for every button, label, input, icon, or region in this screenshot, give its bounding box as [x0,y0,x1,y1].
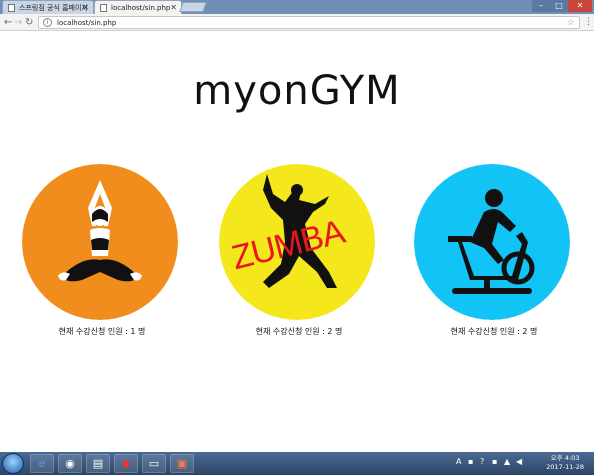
address-bar[interactable]: i localhost/sin.php ☆ [38,16,580,29]
enrollment-count: 현재 수강신청 인원 : 2 명 [255,327,343,336]
page-icon [100,4,107,12]
file-explorer-icon[interactable]: ▤ [86,454,110,473]
class-card-yoga[interactable]: 현재 수강신청 인원 : 1 명 [22,164,182,337]
taskbar: e ◉ ▤ ◆ ▭ ▣ A ▪ ? ▪ ▲ ◀ 오후 4:03 2017-11-… [0,452,594,475]
site-title: myonGYM [193,68,401,114]
tab-title: localhost/sin.php [111,4,171,12]
clock-time: 오후 4:03 [550,454,580,462]
start-button[interactable] [2,453,24,474]
terminal-icon[interactable]: ▭ [142,454,166,473]
acrobat-icon[interactable]: ◆ [114,454,138,473]
clock[interactable]: 오후 4:03 2017-11-28 [546,454,584,472]
chrome-icon[interactable]: ◉ [58,454,82,473]
spinning-bike-icon [414,164,570,320]
tab-sin-php[interactable]: localhost/sin.php ✕ [94,0,182,14]
close-icon[interactable]: ✕ [82,1,89,14]
tab-springgym[interactable]: 스프링짐 공식 홈페이지 ✕ [2,0,94,14]
internet-explorer-icon[interactable]: e [30,454,54,473]
back-arrow-icon[interactable]: ← [4,16,12,29]
yoga-circle[interactable] [22,164,178,320]
enrollment-count: 현재 수강신청 인원 : 1 명 [58,327,146,336]
zumba-circle[interactable]: ZUMBA [219,164,375,320]
forward-arrow-icon[interactable]: → [14,16,22,29]
tab-title: 스프링짐 공식 홈페이지 [19,4,88,12]
powerpoint-icon[interactable]: ▣ [170,454,194,473]
tray-icon[interactable]: ▪ [468,457,473,466]
maximize-button[interactable]: □ [550,0,568,12]
page-content: myonGYM 현재 수강신청 인원: 1 명 ZUMBA 현재 수강신청 인… [0,32,594,452]
window-close-button[interactable]: ✕ [568,0,592,12]
bookmark-star-icon[interactable]: ☆ [567,17,575,29]
volume-icon[interactable]: ◀ [516,457,522,466]
spinning-circle[interactable] [414,164,570,320]
system-tray: A ▪ ? ▪ ▲ ◀ 오후 4:03 2017-11-28 [450,452,594,475]
settings-icon[interactable]: ▪ [492,457,497,466]
close-icon[interactable]: ✕ [170,1,177,14]
menu-icon[interactable]: ⋮ [584,16,593,29]
class-card-zumba[interactable]: ZUMBA 현재 수강신청 인원 : 2 명 [219,164,379,337]
class-card-spinning[interactable]: 현재 수강신청 인원 : 2 명 [414,164,574,337]
enrollment-count: 현재 수강신청 인원 : 2 명 [450,327,538,336]
reload-icon[interactable]: ↻ [25,16,33,29]
tab-strip: 스프링짐 공식 홈페이지 ✕ localhost/sin.php ✕ – □ ✕ [0,0,594,14]
info-icon[interactable]: i [43,18,52,27]
browser-toolbar: ← → ↻ i localhost/sin.php ☆ ⋮ [0,14,594,31]
clock-date: 2017-11-28 [546,463,584,471]
url-text: localhost/sin.php [57,19,117,27]
ime-indicator[interactable]: A [456,457,461,466]
network-icon[interactable]: ▲ [504,457,510,466]
new-tab-button[interactable] [179,2,207,12]
page-icon [8,4,15,12]
yoga-icon [22,164,178,320]
minimize-button[interactable]: – [532,0,550,12]
browser-window: 스프링짐 공식 홈페이지 ✕ localhost/sin.php ✕ – □ ✕… [0,0,594,452]
help-icon[interactable]: ? [480,457,484,466]
